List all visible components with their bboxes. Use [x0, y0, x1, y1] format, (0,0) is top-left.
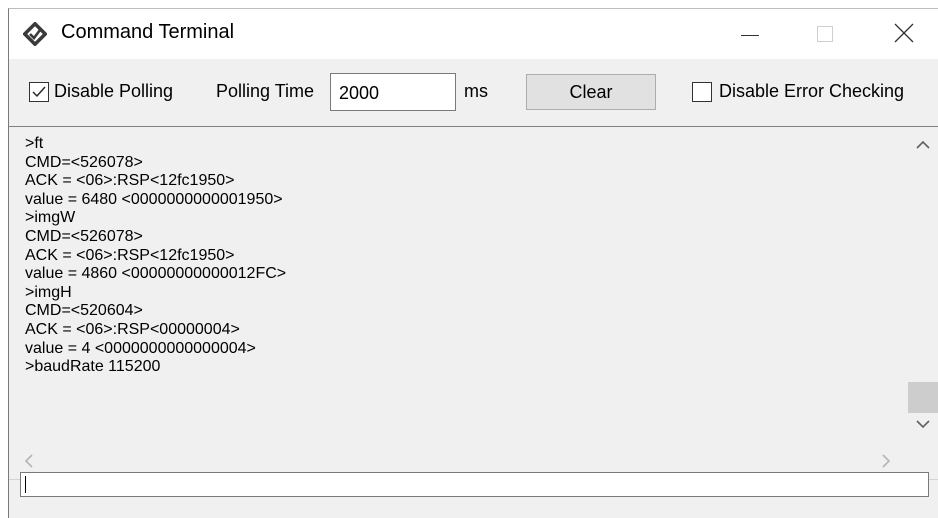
log-lines: >ft CMD=<526078> ACK = <06>:RSP<12fc1950…: [25, 135, 895, 377]
log-line: ACK = <06>:RSP<12fc1950>: [25, 172, 235, 190]
polling-unit-label: ms: [464, 81, 488, 101]
disable-error-checking-label[interactable]: Disable Error Checking: [719, 81, 904, 102]
close-icon[interactable]: [874, 9, 934, 59]
log-line: >imgH: [25, 283, 72, 301]
command-terminal-window: Command Terminal Disable Polling Polling…: [8, 8, 938, 518]
log-line: CMD=<520604>: [25, 302, 143, 320]
log-line: value = 6480 <0000000000001950>: [25, 190, 283, 208]
log-line: >ft: [25, 135, 44, 152]
log-line: >imgW: [25, 209, 76, 227]
scroll-right-icon[interactable]: [880, 453, 892, 469]
polling-time-label: Polling Time: [216, 81, 315, 101]
text-caret: [25, 476, 26, 493]
minimize-icon[interactable]: [719, 9, 779, 59]
terminal-app-icon: [23, 22, 47, 46]
disable-polling-label[interactable]: Disable Polling: [54, 81, 173, 102]
log-line: CMD=<526078>: [25, 153, 143, 171]
disable-error-checking-checkbox[interactable]: [692, 82, 712, 102]
log-line: >baudRate 115200: [25, 358, 161, 376]
log-line: value = 4860 <00000000000012FC>: [25, 265, 287, 283]
checkmark-icon: [32, 86, 46, 98]
log-line: value = 4 <0000000000000004>: [25, 339, 256, 357]
polling-time-input[interactable]: [330, 73, 456, 111]
vertical-scrollbar[interactable]: [908, 127, 938, 442]
title-bar[interactable]: Command Terminal: [9, 9, 938, 59]
toolbar: Disable Polling Polling Time ms Clear Di…: [9, 59, 938, 119]
terminal-output[interactable]: >ft CMD=<526078> ACK = <06>:RSP<12fc1950…: [9, 126, 938, 480]
clear-button[interactable]: Clear: [526, 74, 656, 110]
window-title: Command Terminal: [61, 21, 235, 43]
disable-polling-checkbox[interactable]: [29, 82, 49, 102]
scroll-left-icon[interactable]: [23, 453, 35, 469]
scroll-down-icon[interactable]: [915, 418, 931, 430]
log-line: ACK = <06>:RSP<00000004>: [25, 320, 240, 338]
log-line: ACK = <06>:RSP<12fc1950>: [25, 246, 235, 264]
scroll-up-icon[interactable]: [915, 139, 931, 151]
maximize-icon[interactable]: [796, 9, 856, 59]
command-input[interactable]: [20, 472, 929, 497]
vertical-scroll-thumb[interactable]: [908, 382, 938, 413]
log-line: CMD=<526078>: [25, 227, 143, 245]
